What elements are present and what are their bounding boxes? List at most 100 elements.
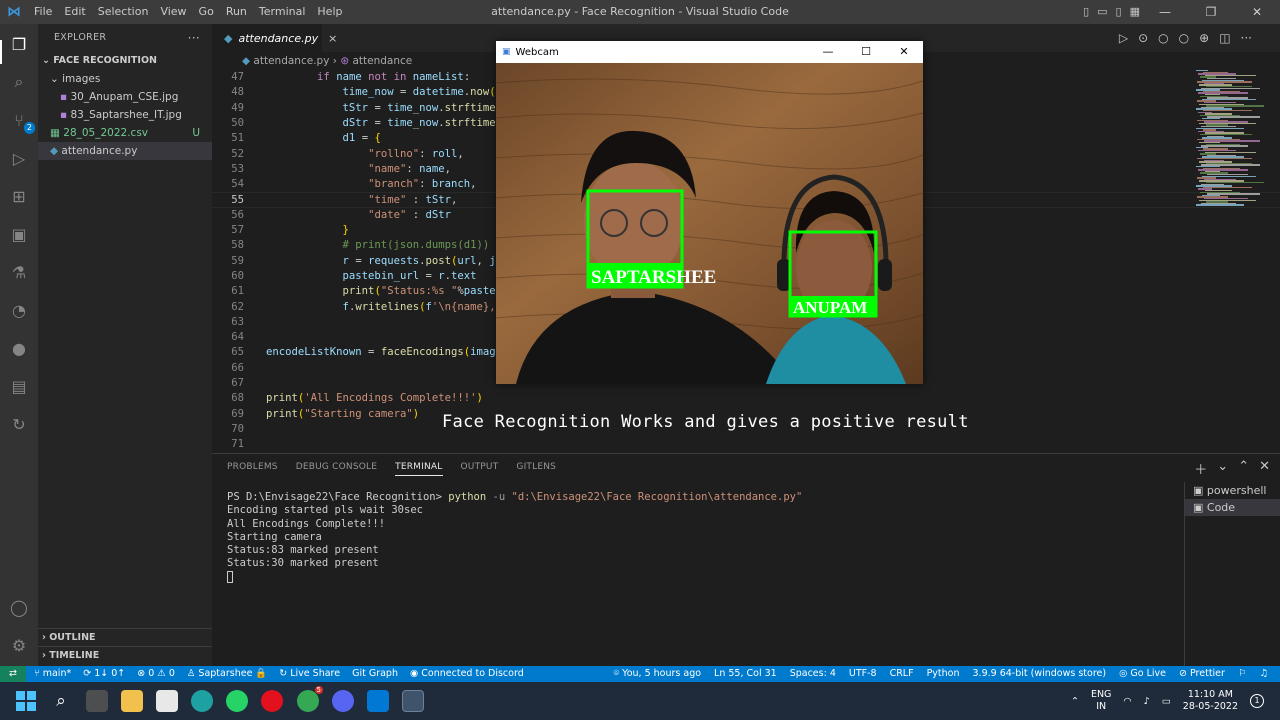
status-cursor-position[interactable]: Ln 55, Col 31: [714, 666, 777, 682]
chrome-icon[interactable]: 5: [297, 686, 323, 712]
wifi-icon[interactable]: ◠: [1123, 696, 1131, 707]
gitlens-icon[interactable]: ⊕: [1199, 24, 1209, 52]
run-file-icon[interactable]: ▷: [1119, 24, 1128, 52]
feedback-icon[interactable]: ⚐: [1238, 666, 1247, 682]
file-explorer-icon[interactable]: [121, 690, 143, 712]
menu-edit[interactable]: Edit: [58, 0, 91, 24]
close-tab-icon[interactable]: ×: [328, 32, 337, 45]
terminal-item-code[interactable]: ▣ Code: [1185, 499, 1280, 516]
menu-terminal[interactable]: Terminal: [253, 0, 312, 24]
volume-icon[interactable]: ♪: [1144, 696, 1150, 707]
tab-gitlens[interactable]: GITLENS: [516, 462, 556, 476]
status-branch[interactable]: ⑂ main*: [34, 666, 71, 682]
status-encoding[interactable]: UTF-8: [849, 666, 877, 682]
status-blame[interactable]: ⌾ You, 5 hours ago: [613, 666, 701, 682]
tab-problems[interactable]: PROBLEMS: [227, 462, 278, 476]
explorer-icon[interactable]: ❐: [7, 32, 31, 56]
discord-app-icon[interactable]: [332, 690, 354, 712]
more-actions-icon[interactable]: ···: [188, 24, 200, 52]
chevron-down-icon[interactable]: ⌄: [1217, 459, 1228, 478]
webcam-titlebar[interactable]: ▣ Webcam — ☐ ✕: [496, 41, 923, 63]
tab-output[interactable]: OUTPUT: [461, 462, 499, 476]
status-user[interactable]: ♙ Saptarshee 🔒: [187, 666, 267, 682]
status-problems[interactable]: ⊗ 0 ⚠ 0: [137, 666, 175, 682]
live-share-icon[interactable]: ↻: [7, 412, 31, 436]
tree-item-file[interactable]: ▪ 30_Anupam_CSE.jpg: [38, 88, 212, 106]
microsoft-store-icon[interactable]: [156, 690, 178, 712]
outline-section[interactable]: › OUTLINE: [38, 628, 212, 646]
tree-item-images[interactable]: ⌄ images: [38, 70, 212, 88]
menu-help[interactable]: Help: [311, 0, 348, 24]
source-control-icon[interactable]: ⑂ 2: [7, 108, 35, 134]
status-git-graph[interactable]: Git Graph: [352, 666, 398, 682]
edge-browser-icon[interactable]: [191, 690, 213, 712]
status-live-share[interactable]: ↻ Live Share: [279, 666, 340, 682]
tree-item-file[interactable]: ▪ 83_Saptarshee_IT.jpg: [38, 106, 212, 124]
menu-view[interactable]: View: [154, 0, 192, 24]
toggle-sidebar-icon[interactable]: ▯: [1083, 0, 1089, 24]
remote-indicator-icon[interactable]: ⇄: [0, 666, 26, 682]
tab-terminal[interactable]: TERMINAL: [395, 462, 443, 476]
github-icon[interactable]: ●: [7, 336, 31, 360]
terminal-item-powershell[interactable]: ▣ powershell: [1185, 482, 1280, 499]
toggle-panel-icon[interactable]: ▭: [1097, 0, 1107, 24]
webcam-maximize-button[interactable]: ☐: [847, 41, 885, 63]
folder-header[interactable]: ⌄ FACE RECOGNITION: [38, 52, 212, 70]
toggle-secondary-sidebar-icon[interactable]: ▯: [1116, 0, 1122, 24]
search-icon[interactable]: ⌕: [7, 70, 31, 94]
whatsapp-icon[interactable]: [226, 690, 248, 712]
remote-explorer-icon[interactable]: ▣: [7, 222, 31, 246]
status-sync[interactable]: ⟳ 1↓ 0↑: [83, 666, 125, 682]
menu-file[interactable]: File: [28, 0, 58, 24]
windows-start-icon[interactable]: [15, 690, 37, 712]
restore-button[interactable]: ❐: [1188, 0, 1234, 24]
status-discord[interactable]: ◉ Connected to Discord: [410, 666, 524, 682]
status-go-live[interactable]: ◎ Go Live: [1119, 666, 1166, 682]
status-language[interactable]: Python: [927, 666, 960, 682]
status-eol[interactable]: CRLF: [890, 666, 914, 682]
tree-item-csv[interactable]: ▦ 28_05_2022.csv U: [38, 124, 212, 142]
language-indicator[interactable]: ENG IN: [1091, 689, 1111, 713]
menu-selection[interactable]: Selection: [92, 0, 155, 24]
split-editor-icon[interactable]: ◫: [1219, 24, 1230, 52]
git-next-icon[interactable]: ○: [1179, 24, 1189, 52]
notifications-bell-icon[interactable]: ♫: [1259, 666, 1268, 682]
show-hidden-icons-icon[interactable]: ⌃: [1071, 696, 1079, 707]
run-debug-icon[interactable]: ▷: [7, 146, 31, 170]
python-app-icon[interactable]: [402, 690, 424, 712]
status-indent[interactable]: Spaces: 4: [790, 666, 836, 682]
settings-gear-icon[interactable]: ⚙: [7, 633, 31, 657]
webcam-minimize-button[interactable]: —: [809, 41, 847, 63]
tab-attendance-py[interactable]: ◆ attendance.py ×: [212, 24, 337, 52]
tab-debug-console[interactable]: DEBUG CONSOLE: [296, 462, 377, 476]
status-interpreter[interactable]: 3.9.9 64-bit (windows store): [973, 666, 1107, 682]
close-panel-icon[interactable]: ✕: [1259, 459, 1270, 478]
timeline-section[interactable]: › TIMELINE: [38, 646, 212, 664]
close-button[interactable]: ✕: [1234, 0, 1280, 24]
vscode-app-icon[interactable]: [367, 690, 389, 712]
terminal-output[interactable]: PS D:\Envisage22\Face Recognition> pytho…: [227, 491, 802, 584]
task-view-icon[interactable]: [86, 690, 108, 712]
more-actions-icon[interactable]: ···: [1241, 24, 1252, 52]
clock[interactable]: 11:10 AM 28-05-2022: [1183, 689, 1238, 713]
status-prettier[interactable]: ⊘ Prettier: [1179, 666, 1225, 682]
git-prev-icon[interactable]: ○: [1158, 24, 1168, 52]
terminal-icon[interactable]: ▤: [7, 374, 31, 398]
battery-icon[interactable]: ▭: [1162, 696, 1171, 707]
menu-run[interactable]: Run: [220, 0, 253, 24]
git-compare-icon[interactable]: ⊙: [1138, 24, 1148, 52]
breadcrumb-file[interactable]: attendance.py: [253, 55, 329, 67]
customize-layout-icon[interactable]: ▦: [1130, 0, 1140, 24]
git-graph-icon[interactable]: ◔: [7, 298, 31, 322]
new-terminal-icon[interactable]: ＋: [1194, 459, 1207, 478]
taskbar-search-icon[interactable]: ⌕: [50, 690, 72, 712]
webcam-window[interactable]: ▣ Webcam — ☐ ✕ SAPTARSHEE ANUPAM: [496, 41, 923, 384]
opera-icon[interactable]: [261, 690, 283, 712]
breadcrumb-symbol[interactable]: attendance: [352, 55, 412, 67]
tree-item-python[interactable]: ◆ attendance.py: [38, 142, 212, 160]
notification-count[interactable]: 1: [1250, 694, 1264, 708]
extensions-icon[interactable]: ⊞: [7, 184, 31, 208]
menu-go[interactable]: Go: [193, 0, 220, 24]
minimap[interactable]: [1196, 70, 1266, 210]
maximize-panel-icon[interactable]: ⌃: [1238, 459, 1249, 478]
